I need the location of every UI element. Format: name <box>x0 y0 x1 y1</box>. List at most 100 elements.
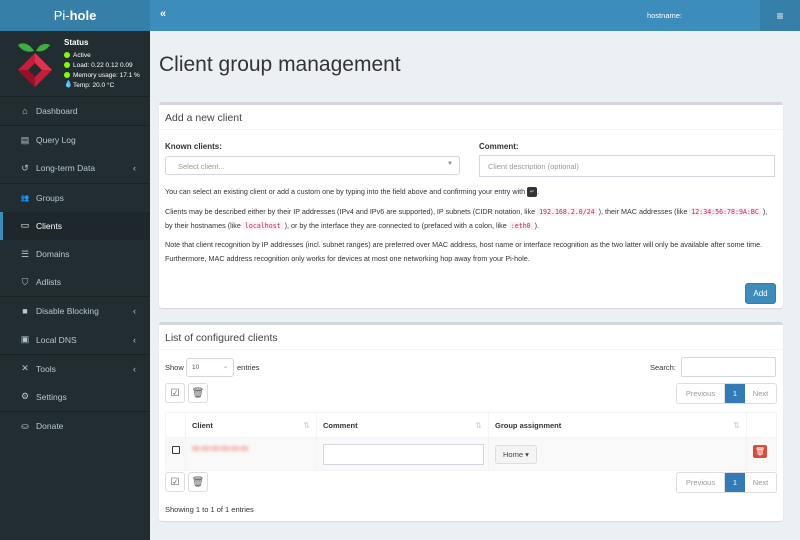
previous-page-button[interactable]: Previous <box>677 384 725 403</box>
previous-page-button[interactable]: Previous <box>677 473 725 492</box>
sidebar-item-adlists[interactable]: ⛉ Adlists <box>0 268 150 296</box>
sidebar-item-label: Local DNS <box>36 334 77 345</box>
chevron-left-icon: ‹ <box>133 163 136 174</box>
sidebar-item-disable-blocking[interactable]: ■ Disable Blocking ‹ <box>0 297 150 325</box>
example-subnet: 192.168.2.0/24 <box>537 208 597 216</box>
search-input[interactable] <box>681 357 776 377</box>
comment-cell <box>317 438 489 470</box>
known-clients-label: Known clients: <box>165 142 222 151</box>
memory-indicator-icon <box>64 72 70 78</box>
tools-icon: ✕ <box>21 363 29 374</box>
column-client-label: Client <box>192 420 213 430</box>
group-assignment-dropdown[interactable]: Home ▾ <box>495 444 537 464</box>
sidebar-item-label: Domains <box>36 249 70 260</box>
row-comment-input[interactable] <box>323 443 484 465</box>
action-cell: 🗑 <box>747 438 776 470</box>
select-placeholder: Select client... <box>178 162 225 171</box>
help-text-formats: Clients may be described either by their… <box>165 205 775 233</box>
column-header-group[interactable]: Group assignment ⇅ <box>489 413 747 437</box>
sidebar-toggle-icon[interactable]: « <box>160 8 166 20</box>
sidebar-item-label: Dashboard <box>36 106 78 117</box>
stop-icon: ■ <box>22 306 28 317</box>
comment-label: Comment: <box>479 142 519 151</box>
example-hostname: localhost <box>242 222 283 230</box>
help-text-2b: ), their MAC addresses (like <box>596 207 690 216</box>
sidebar-item-donate[interactable]: ⛀ Donate <box>0 412 150 440</box>
select-all-button-bottom[interactable]: ☑ <box>165 472 185 492</box>
header-select-cell <box>166 413 186 437</box>
status-memory-text: Memory usage: 17.1 % <box>73 71 140 79</box>
delete-selected-button[interactable]: 🗑 <box>188 383 208 403</box>
pagination-bottom: Previous 1 Next <box>676 472 777 493</box>
comment-input[interactable]: Client description (optional) <box>479 155 775 177</box>
status-active: Active <box>64 50 140 60</box>
sidebar-item-clients[interactable]: ▭ Clients <box>0 211 150 240</box>
home-icon: ⌂ <box>22 106 28 117</box>
check-square-icon: ☑ <box>170 476 180 488</box>
help-text-select: You can select an existing client or add… <box>165 187 540 198</box>
example-mac: 12:34:56:78:9A:BC <box>689 208 761 216</box>
sidebar-item-query-log[interactable]: ▤ Query Log <box>0 126 150 154</box>
sidebar-item-label: Donate <box>36 421 64 432</box>
address-book-icon: ▣ <box>20 334 30 345</box>
column-header-comment[interactable]: Comment ⇅ <box>317 413 489 437</box>
help-text-recognition: Note that client recognition by IP addre… <box>165 240 763 263</box>
column-header-client[interactable]: Client ⇅ <box>186 413 317 437</box>
file-icon: ▤ <box>20 134 30 145</box>
active-indicator-icon <box>64 52 70 58</box>
load-indicator-icon <box>64 62 70 68</box>
delete-selected-button-bottom[interactable]: 🗑 <box>188 472 208 492</box>
sort-icon: ⇅ <box>303 420 310 430</box>
sidebar-item-label: Settings <box>36 391 67 402</box>
table-header-row: Client ⇅ Comment ⇅ Group assignment ⇅ <box>165 412 777 438</box>
sidebar-item-label: Disable Blocking <box>36 306 99 317</box>
menu-button[interactable]: ≡ <box>760 0 800 31</box>
comment-placeholder: Client description (optional) <box>488 162 579 171</box>
sidebar-item-long-term-data[interactable]: ↺ Long-term Data ‹ <box>0 154 150 182</box>
sidebar-item-domains[interactable]: ☰ Domains <box>0 240 150 268</box>
row-checkbox[interactable] <box>172 446 180 454</box>
table-row: 00:00:00:00:00:00 Home ▾ 🗑 <box>165 438 777 471</box>
next-page-button[interactable]: Next <box>745 384 776 403</box>
page-1-button[interactable]: 1 <box>725 384 745 403</box>
list-icon: ☰ <box>20 248 30 259</box>
status-title: Status <box>64 38 89 47</box>
select-all-button[interactable]: ☑ <box>165 383 185 403</box>
known-clients-select[interactable]: Select client... ▼ <box>165 156 460 175</box>
sidebar-item-groups[interactable]: 👥 Groups <box>0 184 150 212</box>
sidebar-item-label: Clients <box>36 220 62 231</box>
client-address: 00:00:00:00:00:00 <box>192 446 249 453</box>
trash-icon: 🗑 <box>754 447 766 456</box>
help-text-2d: ), or by the interface they are connecte… <box>282 221 509 230</box>
sidebar-item-tools[interactable]: ✕ Tools ‹ <box>0 355 150 383</box>
logo-prefix: Pi- <box>53 8 70 23</box>
page-1-button[interactable]: 1 <box>725 473 745 492</box>
clients-table: Client ⇅ Comment ⇅ Group assignment ⇅ 00:00… <box>165 412 777 471</box>
sidebar-item-settings[interactable]: ⚙ Settings <box>0 383 150 411</box>
add-client-box: Add a new client Known clients: Select c… <box>159 102 783 308</box>
show-label: Show <box>165 363 184 372</box>
history-icon: ↺ <box>21 162 29 173</box>
chevron-down-icon: ⌄ <box>222 364 228 370</box>
status-memory: Memory usage: 17.1 % <box>64 70 140 80</box>
sidebar-item-dashboard[interactable]: ⌂ Dashboard <box>0 97 150 125</box>
next-page-button[interactable]: Next <box>745 473 776 492</box>
page-length-select[interactable]: 10 ⌄ <box>186 358 234 377</box>
sidebar-item-label: Groups <box>36 192 64 203</box>
page-title: Client group management <box>159 53 401 76</box>
pihole-logo-icon <box>14 37 56 89</box>
logo-bold: hole <box>69 8 97 23</box>
delete-row-button[interactable]: 🗑 <box>753 445 767 458</box>
app-logo[interactable]: Pi-hole <box>0 0 150 31</box>
client-cell: 00:00:00:00:00:00 <box>186 438 317 470</box>
sidebar: Pi-hole Status Active Load: 0.22 0.12 0.… <box>0 0 150 540</box>
sidebar-item-local-dns[interactable]: ▣ Local DNS ‹ <box>0 326 150 354</box>
example-interface: :eth0 <box>508 222 533 230</box>
chevron-left-icon: ‹ <box>133 306 136 317</box>
status-temp-text: Temp: 20.0 °C <box>73 81 115 89</box>
temperature-icon: 💧 <box>64 81 73 88</box>
status-info: Status Active Load: 0.22 0.12 0.09 Memor… <box>64 37 140 96</box>
add-button[interactable]: Add <box>745 283 776 304</box>
trash-icon: 🗑 <box>191 476 205 488</box>
caret-down-icon: ▼ <box>447 161 453 167</box>
